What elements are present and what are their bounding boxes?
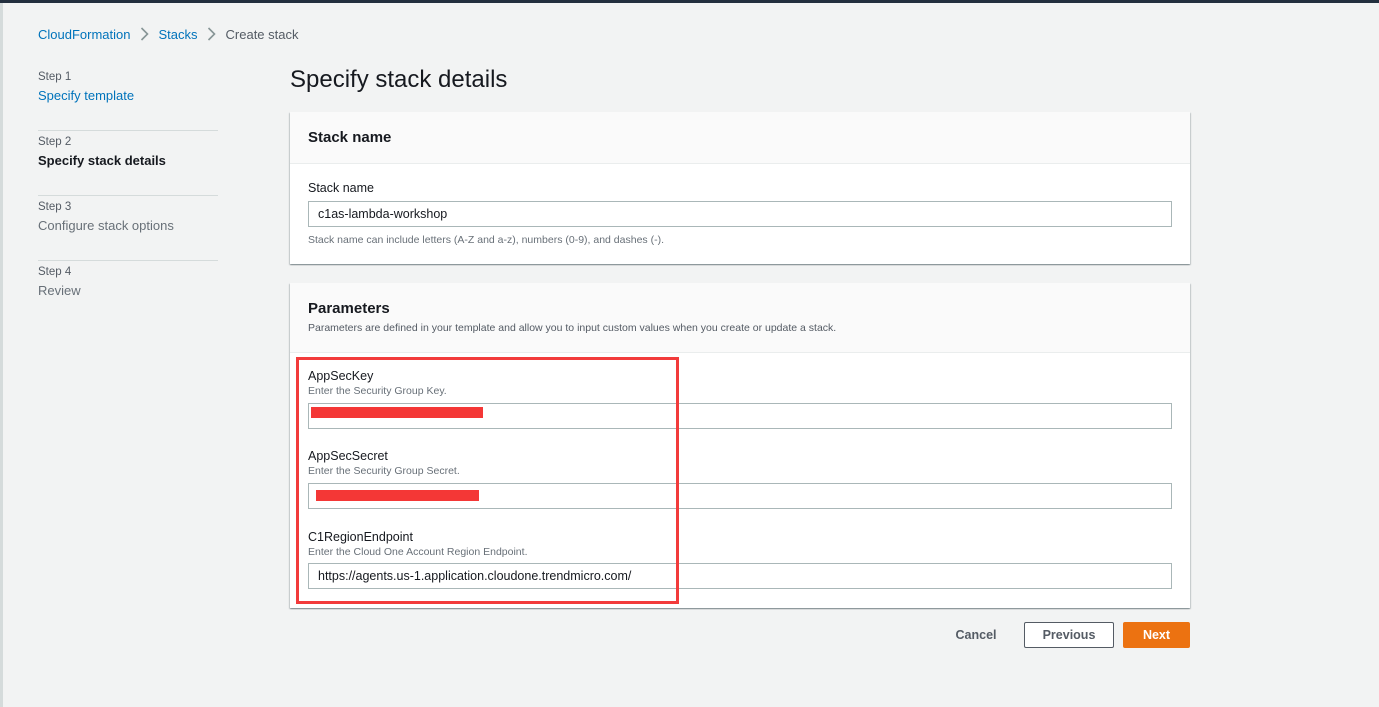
next-button[interactable]: Next	[1123, 622, 1190, 648]
step-label-configure-options: Configure stack options	[38, 218, 174, 233]
wizard-step-3: Step 3 Configure stack options	[38, 196, 218, 261]
stack-name-label: Stack name	[308, 181, 375, 195]
chevron-right-icon	[198, 25, 226, 43]
step-number: Step 2	[38, 136, 72, 148]
breadcrumb-stacks[interactable]: Stacks	[159, 27, 198, 42]
cancel-button[interactable]: Cancel	[948, 622, 1004, 648]
left-edge-border	[0, 3, 3, 707]
top-navigation-bar	[0, 0, 1379, 3]
panel-header: Stack name	[290, 112, 1190, 164]
previous-button[interactable]: Previous	[1024, 622, 1114, 648]
step-label-current: Specify stack details	[38, 153, 166, 168]
panel-header: Parameters Parameters are defined in you…	[290, 283, 1190, 353]
step-link-specify-template[interactable]: Specify template	[38, 86, 218, 106]
stack-name-value: c1as-lambda-workshop	[318, 207, 448, 221]
page-title: Specify stack details	[290, 66, 508, 93]
step-label-review: Review	[38, 283, 81, 298]
breadcrumb-create-stack: Create stack	[225, 26, 299, 42]
step-number: Step 1	[38, 71, 72, 83]
wizard-step-1: Step 1 Specify template	[38, 66, 218, 131]
step-number: Step 4	[38, 266, 72, 278]
highlight-annotation-box	[296, 357, 679, 604]
panel-title: Stack name	[308, 129, 392, 146]
wizard-step-4: Step 4 Review	[38, 261, 218, 326]
step-number: Step 3	[38, 201, 72, 213]
panel-description: Parameters are defined in your template …	[308, 322, 837, 334]
panel-title: Parameters	[308, 300, 390, 317]
stack-name-panel: Stack name Stack name c1as-lambda-worksh…	[290, 112, 1190, 264]
breadcrumb-cloudformation[interactable]: CloudFormation	[38, 27, 131, 42]
stack-name-input[interactable]: c1as-lambda-workshop	[308, 201, 1172, 227]
breadcrumb: CloudFormation Stacks Create stack	[38, 25, 299, 43]
wizard-steps: Step 1 Specify template Step 2 Specify s…	[38, 66, 218, 326]
chevron-right-icon	[131, 25, 159, 43]
wizard-step-2: Step 2 Specify stack details	[38, 131, 218, 196]
stack-name-hint: Stack name can include letters (A-Z and …	[308, 234, 664, 246]
